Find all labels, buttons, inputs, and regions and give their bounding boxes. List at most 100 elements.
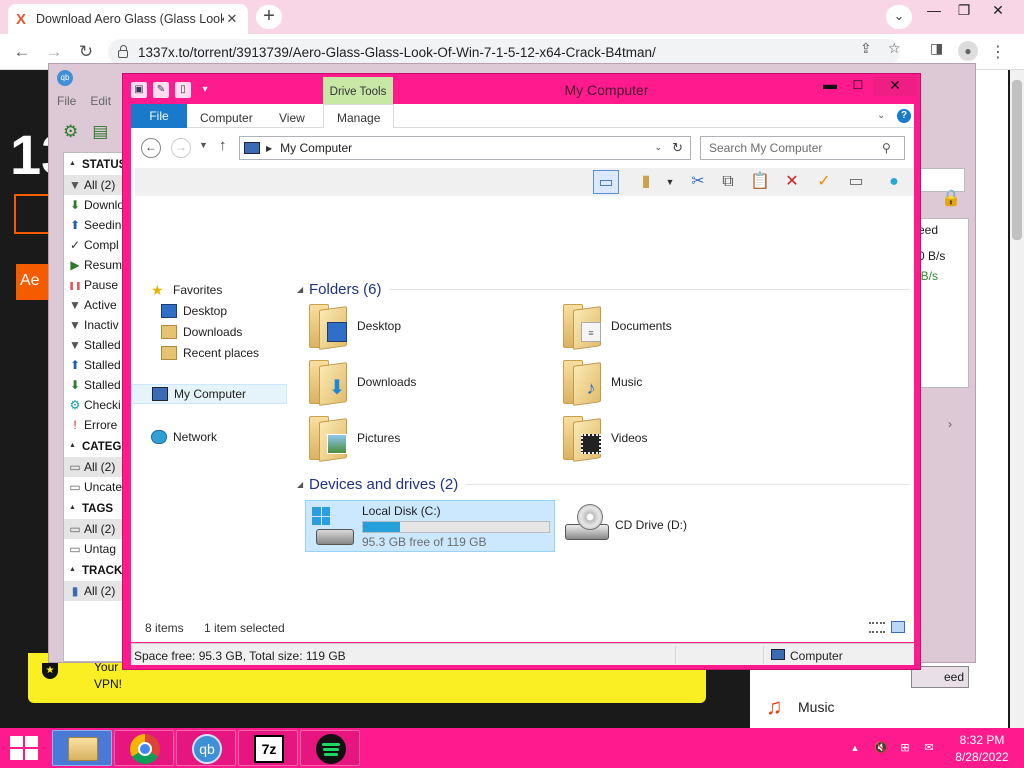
speaker-muted-icon[interactable]: 🔇 bbox=[872, 739, 890, 757]
show-hidden-icons-icon[interactable]: ▲ bbox=[846, 739, 864, 757]
explorer-close-button[interactable]: ✕ bbox=[873, 76, 917, 96]
filter-item[interactable]: ▭ Untag bbox=[64, 539, 124, 559]
tab-view[interactable]: View bbox=[279, 104, 305, 128]
collapse-icon[interactable]: ◢ bbox=[297, 285, 309, 294]
star-icon[interactable]: ☆ bbox=[888, 40, 901, 57]
taskbar-qbittorrent[interactable]: qb bbox=[176, 730, 236, 766]
filter-item[interactable]: ▮ All (2) bbox=[64, 581, 124, 601]
lock-icon[interactable]: 🔒 bbox=[941, 188, 961, 208]
nav-desktop[interactable]: Desktop bbox=[161, 301, 227, 321]
nav-my-computer[interactable]: My Computer bbox=[131, 384, 287, 404]
search-box[interactable]: Search My Computer ⚲ bbox=[700, 136, 905, 160]
preview-pane-icon[interactable]: ▭ bbox=[593, 170, 619, 194]
filter-item[interactable]: ! Errore bbox=[64, 415, 124, 435]
tab-manage[interactable]: Manage bbox=[323, 104, 395, 128]
cut-icon[interactable]: ✂ bbox=[685, 170, 711, 194]
filter-section-header[interactable]: TRACKE bbox=[64, 559, 124, 581]
taskbar-file-explorer[interactable] bbox=[52, 730, 112, 766]
add-torrent-link-icon[interactable]: ⚙ bbox=[63, 122, 78, 142]
collapse-icon[interactable]: ◢ bbox=[297, 480, 309, 489]
up-arrow-icon[interactable]: ↑ bbox=[219, 137, 227, 154]
browser-tab[interactable]: X Download Aero Glass (Glass Look ✕ bbox=[8, 4, 248, 34]
browser-restore-button[interactable]: ❐ bbox=[948, 0, 980, 22]
folder-desktop[interactable]: Desktop bbox=[301, 302, 541, 354]
filter-item[interactable]: ⬇ Stalled bbox=[64, 375, 124, 395]
filter-item[interactable]: ▼ All (2) bbox=[64, 175, 124, 195]
sidebar-item-music[interactable]: ♫ Music bbox=[760, 690, 1000, 724]
add-torrent-file-icon[interactable]: ▤ bbox=[92, 122, 108, 142]
breadcrumb-my-computer[interactable]: My Computer bbox=[280, 141, 352, 155]
breadcrumb-chevron-icon[interactable]: ▶ bbox=[266, 144, 272, 153]
details-view-icon[interactable] bbox=[869, 622, 885, 633]
profile-icon[interactable]: ● bbox=[958, 41, 978, 61]
address-bar[interactable]: 1337x.to/torrent/3913739/Aero-Glass-Glas… bbox=[108, 39, 900, 65]
page-scroll-thumb[interactable] bbox=[1012, 80, 1022, 240]
filter-item[interactable]: ▭ Uncate bbox=[64, 477, 124, 497]
nav-downloads[interactable]: Downloads bbox=[161, 322, 242, 342]
organize-icon[interactable]: ▮ bbox=[633, 170, 659, 194]
devices-group-header[interactable]: ◢ Devices and drives (2) bbox=[297, 474, 910, 494]
address-dropdown-icon[interactable]: ⌄ bbox=[654, 142, 662, 153]
tab-computer[interactable]: Computer bbox=[200, 104, 253, 128]
search-placeholder[interactable]: Search My Computer bbox=[709, 141, 882, 155]
lock-icon[interactable] bbox=[118, 44, 128, 58]
help-icon[interactable]: ? bbox=[897, 109, 911, 123]
folder-music[interactable]: ♪ Music bbox=[555, 358, 795, 410]
folder-pictures[interactable]: Pictures bbox=[301, 414, 541, 466]
filter-item[interactable]: ⬆ Seedin bbox=[64, 215, 124, 235]
expand-ribbon-icon[interactable]: ⌄ bbox=[877, 110, 885, 121]
folder-documents[interactable]: ≡ Documents bbox=[555, 302, 795, 354]
back-arrow-icon[interactable]: ← bbox=[10, 40, 34, 64]
folders-group-header[interactable]: ◢ Folders (6) bbox=[297, 279, 910, 299]
taskbar-spotify[interactable] bbox=[300, 730, 360, 766]
tab-search-button[interactable]: ⌄ bbox=[886, 5, 912, 29]
drive-cd-d[interactable]: CD Drive (D:) bbox=[561, 500, 811, 552]
tiles-view-icon[interactable] bbox=[891, 621, 905, 633]
reload-icon[interactable]: ↻ bbox=[74, 40, 98, 64]
browser-close-button[interactable]: ✕ bbox=[982, 0, 1014, 22]
filter-item[interactable]: ⬇ Downlo bbox=[64, 195, 124, 215]
folder-videos[interactable]: Videos bbox=[555, 414, 795, 466]
new-tab-button[interactable]: + bbox=[256, 5, 282, 29]
organize-dropdown-icon[interactable]: ▼ bbox=[657, 170, 683, 194]
forward-arrow-icon[interactable]: → bbox=[42, 40, 66, 64]
explorer-minimize-button[interactable]: ▬ bbox=[817, 76, 843, 96]
delete-icon[interactable]: ✕ bbox=[779, 170, 805, 194]
taskbar-chrome[interactable] bbox=[114, 730, 174, 766]
address-bar[interactable]: ▶ My Computer ⌄ ↻ bbox=[239, 136, 691, 160]
explorer-titlebar[interactable]: ▣ ✎ ▯ ▾ Drive Tools My Computer ▬ ☐ ✕ bbox=[123, 74, 920, 104]
side-panel-icon[interactable]: ◨ bbox=[930, 40, 943, 57]
filter-item[interactable]: ⬆ Stalled bbox=[64, 355, 124, 375]
menu-edit[interactable]: Edit bbox=[90, 94, 111, 114]
filter-item[interactable]: ▶ Resum bbox=[64, 255, 124, 275]
filter-item[interactable]: ❚❚ Pause bbox=[64, 275, 124, 295]
filter-section-header[interactable]: CATEGO bbox=[64, 435, 124, 457]
search-icon[interactable]: ⚲ bbox=[882, 141, 904, 155]
windows-start-icon[interactable] bbox=[8, 734, 40, 762]
speed-column-header[interactable]: eed bbox=[918, 223, 938, 237]
folder-downloads[interactable]: ⬇ Downloads bbox=[301, 358, 541, 410]
back-button[interactable]: ← bbox=[141, 138, 161, 158]
forward-button[interactable]: → bbox=[171, 138, 191, 158]
menu-file[interactable]: File bbox=[57, 94, 76, 114]
filter-item[interactable]: ▭ All (2) bbox=[64, 519, 124, 539]
refresh-icon[interactable]: ↻ bbox=[672, 140, 683, 156]
url-text[interactable]: 1337x.to/torrent/3913739/Aero-Glass-Glas… bbox=[138, 45, 656, 60]
checkmark-icon[interactable]: ✓ bbox=[811, 170, 837, 194]
drive-local-disk-c[interactable]: Local Disk (C:) 95.3 GB free of 119 GB bbox=[305, 500, 555, 552]
explorer-maximize-button[interactable]: ☐ bbox=[845, 76, 871, 96]
copy-icon[interactable]: ⧉ bbox=[715, 170, 741, 194]
network-icon[interactable]: ⊞ bbox=[896, 739, 914, 757]
filter-item[interactable]: ▼ Stalled bbox=[64, 335, 124, 355]
nav-recent-places[interactable]: Recent places bbox=[161, 343, 259, 363]
filter-item[interactable]: ▭ All (2) bbox=[64, 457, 124, 477]
nav-favorites[interactable]: ★ Favorites bbox=[151, 280, 222, 300]
share-icon[interactable]: ⇪ bbox=[860, 40, 872, 57]
clock-time[interactable]: 8:32 PM bbox=[952, 733, 1012, 747]
tab-file[interactable]: File bbox=[131, 104, 187, 128]
recent-locations-icon[interactable]: ▼ bbox=[199, 140, 208, 150]
chevron-right-icon[interactable]: › bbox=[948, 417, 952, 431]
filter-item[interactable]: ▼ Active bbox=[64, 295, 124, 315]
filter-section-header[interactable]: TAGS bbox=[64, 497, 124, 519]
rename-icon[interactable]: ▭ bbox=[843, 170, 869, 194]
